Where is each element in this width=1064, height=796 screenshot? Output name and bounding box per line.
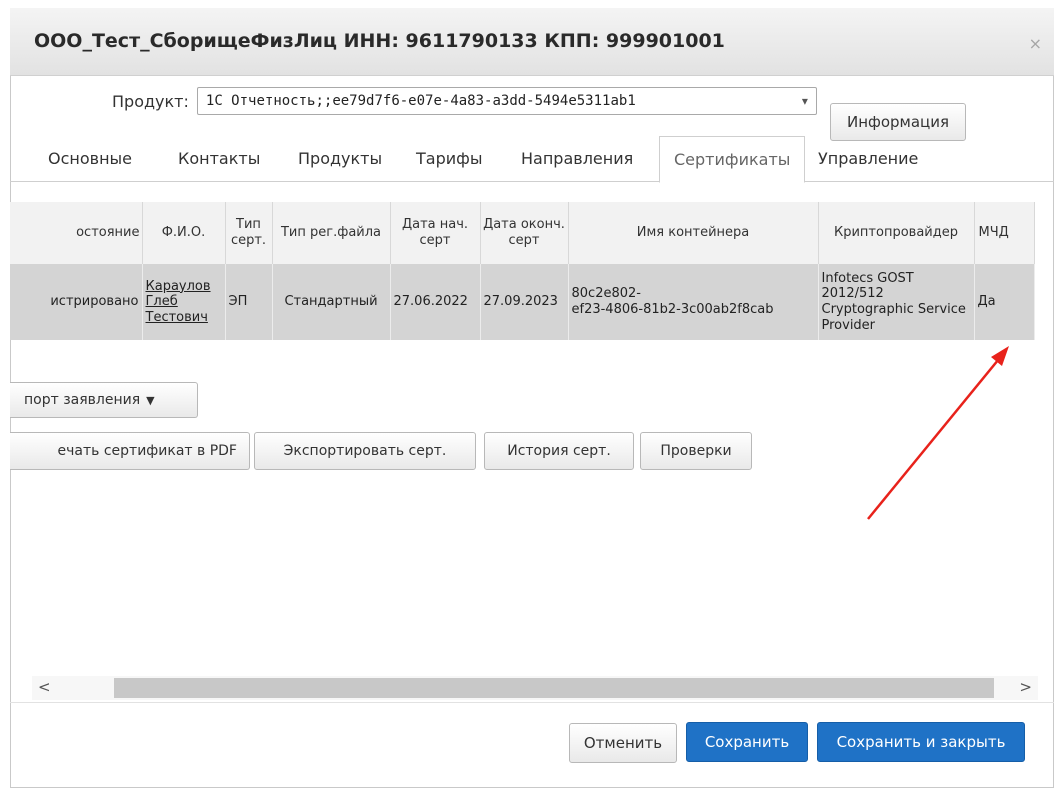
certificates-table: остояние Ф.И.О. Тип серт. Тип рег.файла … [10, 202, 1035, 340]
column-header-fio[interactable]: Ф.И.О. [142, 202, 226, 264]
tab-bar: Основные Контакты Продукты Тарифы Направ… [10, 136, 1054, 183]
tab-contacts[interactable]: Контакты [178, 136, 260, 182]
dialog-title-bar: ООО_Тест_СборищеФизЛиц ИНН: 9611790133 К… [10, 8, 1054, 76]
product-select-value: 1С Отчетность;;ee79d7f6-e07e-4a83-a3dd-5… [205, 93, 636, 109]
close-icon[interactable]: × [1029, 34, 1042, 53]
cell-start-date: 27.06.2022 [390, 264, 481, 340]
person-link-surname[interactable]: Караулов [146, 279, 222, 295]
product-select[interactable]: 1С Отчетность;;ee79d7f6-e07e-4a83-a3dd-5… [196, 87, 817, 115]
tab-main[interactable]: Основные [48, 136, 132, 182]
tab-certificates[interactable]: Сертификаты [659, 136, 806, 183]
chevron-down-icon: ▾ [801, 94, 808, 108]
cell-container: 80c2e802- ef23-4806-81b2-3c00ab2f8cab [568, 264, 819, 340]
column-header-start-date[interactable]: Дата нач. серт [390, 202, 481, 264]
cancel-button[interactable]: Отменить [569, 723, 677, 763]
cell-cert-type: ЭП [225, 264, 273, 340]
cert-history-button[interactable]: История серт. [484, 432, 634, 470]
column-header-crypto[interactable]: Криптопровайдер [818, 202, 975, 264]
export-request-dropdown[interactable]: порт заявления ▼ [10, 382, 198, 418]
cell-fio: Караулов Глеб Тестович [142, 264, 226, 340]
tab-tariffs[interactable]: Тарифы [416, 136, 482, 182]
product-row: Продукт: 1С Отчетность;;ee79d7f6-e07e-4a… [112, 86, 817, 116]
print-pdf-button[interactable]: ечать сертификат в PDF [10, 432, 250, 470]
column-header-cert-type[interactable]: Тип серт. [225, 202, 273, 264]
column-header-mchd[interactable]: МЧД [974, 202, 1035, 264]
product-label: Продукт: [112, 91, 189, 111]
container-line-1: 80c2e802- [571, 286, 641, 302]
person-link-patronymic[interactable]: Тестович [146, 310, 222, 326]
cell-reg-type: Стандартный [272, 264, 391, 340]
table-header-row: остояние Ф.И.О. Тип серт. Тип рег.файла … [10, 202, 1035, 264]
dialog-title: ООО_Тест_СборищеФизЛиц ИНН: 9611790133 К… [34, 30, 725, 52]
tab-products[interactable]: Продукты [298, 136, 382, 182]
column-header-reg-type[interactable]: Тип рег.файла [272, 202, 391, 264]
scroll-left-icon[interactable]: < [38, 678, 51, 696]
tab-directions[interactable]: Направления [521, 136, 633, 182]
column-header-container[interactable]: Имя контейнера [568, 202, 819, 264]
footer-divider [10, 702, 1054, 703]
export-cert-button[interactable]: Экспортировать серт. [254, 432, 476, 470]
cell-mchd: Да [974, 264, 1035, 340]
save-and-close-button[interactable]: Сохранить и закрыть [817, 722, 1025, 762]
column-header-state[interactable]: остояние [10, 202, 143, 264]
cell-state: истрировано [10, 264, 143, 340]
table-row[interactable]: истрировано Караулов Глеб Тестович ЭП Ст… [10, 264, 1035, 340]
person-link-name[interactable]: Глеб [146, 294, 222, 310]
tab-management[interactable]: Управление [818, 136, 918, 182]
save-button[interactable]: Сохранить [686, 722, 808, 762]
checks-button[interactable]: Проверки [640, 432, 752, 470]
horizontal-scrollbar[interactable]: < > [32, 676, 1038, 700]
column-header-end-date[interactable]: Дата оконч. серт [480, 202, 569, 264]
container-line-2: ef23-4806-81b2-3c00ab2f8cab [571, 302, 774, 317]
caret-down-icon: ▼ [146, 393, 155, 407]
cell-crypto: Infotecs GOST 2012/512 Cryptographic Ser… [818, 264, 975, 340]
export-request-label: порт заявления [24, 392, 141, 408]
scroll-right-icon[interactable]: > [1019, 678, 1032, 696]
scrollbar-thumb[interactable] [114, 678, 994, 698]
cell-end-date: 27.09.2023 [480, 264, 569, 340]
